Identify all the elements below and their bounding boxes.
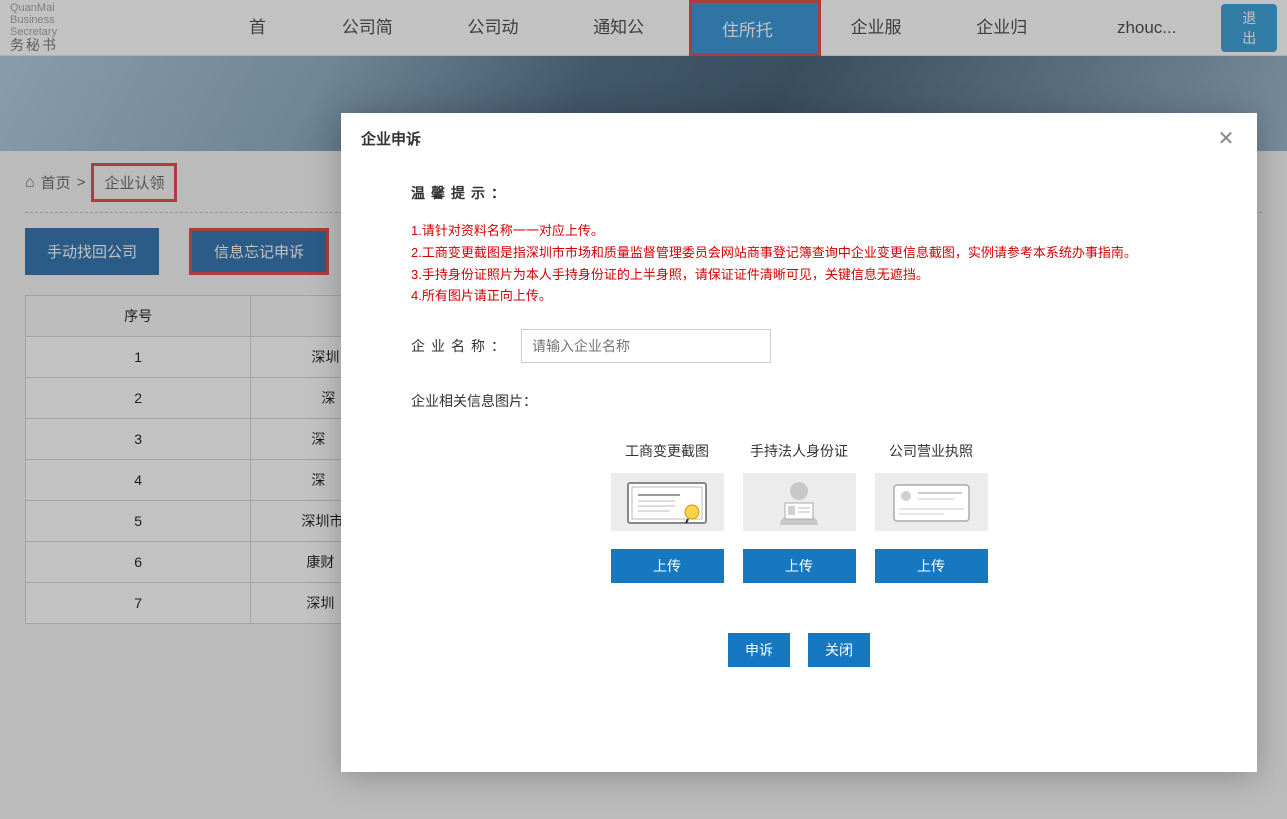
tip-line: 2.工商变更截图是指深圳市市场和质量监督管理委员会网站商事登记簿查询中企业变更信…	[411, 243, 1187, 264]
upload-col-business-change: 工商变更截图 上传	[607, 441, 727, 583]
upload-label: 手持法人身份证	[750, 441, 848, 461]
upload-button-2[interactable]: 上传	[743, 549, 856, 583]
modal-footer: 申诉 关闭	[411, 633, 1187, 667]
close-button[interactable]: 关闭	[808, 633, 870, 667]
company-name-label: 企业名称：	[411, 336, 521, 356]
tips-list: 1.请针对资料名称一一对应上传。 2.工商变更截图是指深圳市市场和质量监督管理委…	[411, 221, 1187, 307]
tip-line: 3.手持身份证照片为本人手持身份证的上半身照，请保证证件清晰可见，关键信息无遮挡…	[411, 265, 1187, 286]
document-screenshot-icon	[611, 473, 724, 531]
upload-row: 工商变更截图 上传 手持法人身份证 上传 公司营业执照 上传	[411, 441, 1187, 583]
upload-section-label: 企业相关信息图片：	[411, 391, 1187, 411]
company-name-input[interactable]	[521, 329, 771, 363]
upload-col-license: 公司营业执照 上传	[871, 441, 991, 583]
upload-button-3[interactable]: 上传	[875, 549, 988, 583]
tips-title: 温馨提示：	[411, 183, 1187, 203]
upload-button-1[interactable]: 上传	[611, 549, 724, 583]
submit-button[interactable]: 申诉	[728, 633, 790, 667]
id-photo-icon	[743, 473, 856, 531]
upload-label: 工商变更截图	[625, 441, 709, 461]
modal-body: 温馨提示： 1.请针对资料名称一一对应上传。 2.工商变更截图是指深圳市市场和质…	[341, 163, 1257, 667]
modal-header: 企业申诉 ✕	[341, 113, 1257, 163]
close-icon[interactable]: ✕	[1215, 127, 1237, 149]
upload-label: 公司营业执照	[889, 441, 973, 461]
license-icon	[875, 473, 988, 531]
tip-line: 1.请针对资料名称一一对应上传。	[411, 221, 1187, 242]
upload-col-id-photo: 手持法人身份证 上传	[739, 441, 859, 583]
tip-line: 4.所有图片请正向上传。	[411, 286, 1187, 307]
company-name-row: 企业名称：	[411, 329, 1187, 363]
modal-title: 企业申诉	[361, 128, 421, 149]
appeal-modal: 企业申诉 ✕ 温馨提示： 1.请针对资料名称一一对应上传。 2.工商变更截图是指…	[341, 113, 1257, 772]
